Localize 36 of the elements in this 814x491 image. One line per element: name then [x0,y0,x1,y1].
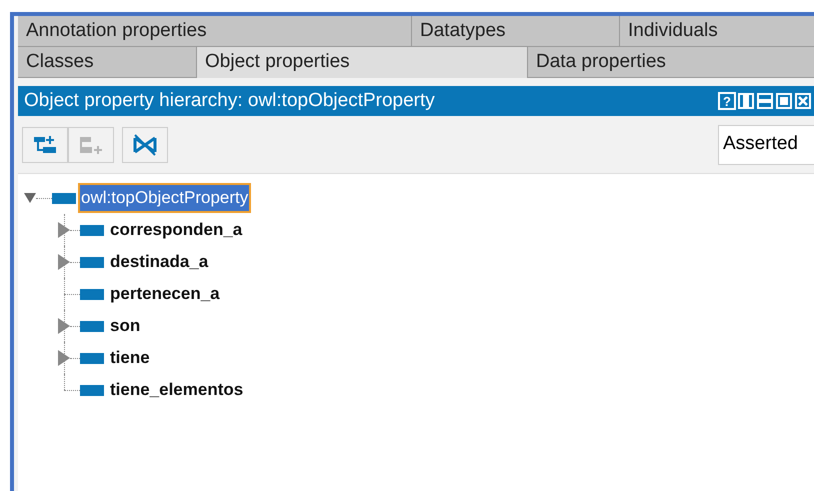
property-icon [80,384,104,396]
expand-arrow-icon[interactable] [58,254,70,270]
tree-item[interactable]: pertenecen_a [110,281,220,307]
tree-item[interactable]: corresponden_a [110,217,242,243]
tab[interactable]: Individuals [620,16,814,47]
tab[interactable]: Classes [18,47,197,78]
tree-item[interactable]: tiene [110,345,150,371]
tab[interactable]: Object properties [197,47,528,78]
property-icon [80,288,104,300]
expand-arrow-icon[interactable] [58,222,70,238]
tree-item[interactable]: owl:topObjectProperty [78,183,252,213]
view-title: Object property hierarchy: owl:topObjectProperty [24,88,435,113]
tree-item[interactable]: son [110,313,140,339]
add-subproperty-button[interactable] [22,126,68,162]
maximize-icon[interactable] [775,92,793,110]
tab[interactable]: Annotation properties [18,16,412,47]
help-button[interactable]: ? [718,92,736,110]
delete-icon [132,134,158,156]
property-icon [80,256,104,268]
property-icon [80,320,104,332]
close-icon[interactable] [794,92,812,110]
split-vertical-icon[interactable] [737,92,755,110]
tab[interactable]: Data properties [528,47,814,78]
property-icon [52,192,76,204]
expand-arrow-icon[interactable] [58,318,70,334]
tree-item[interactable]: tiene_elementos [110,377,244,403]
property-icon [80,224,104,236]
split-horizontal-icon[interactable] [756,92,774,110]
delete-button[interactable] [122,126,168,162]
tab[interactable]: Datatypes [412,16,620,47]
property-icon [80,352,104,364]
hierarchy-add-icon [33,134,57,156]
expand-arrow-icon[interactable] [58,350,70,366]
view-mode-dropdown[interactable]: Asserted [718,124,814,164]
collapse-arrow-icon[interactable] [24,193,36,203]
tree-item[interactable]: destinada_a [110,249,208,275]
